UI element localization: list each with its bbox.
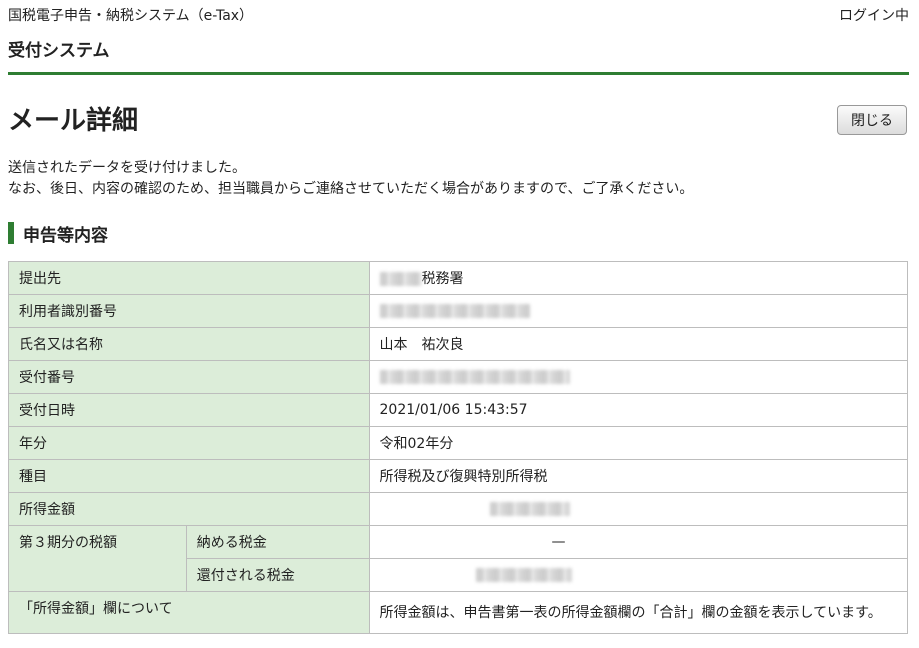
section-heading: 申告等内容 (8, 222, 108, 246)
tax-to-pay-amount: — (551, 534, 566, 550)
tax-type-label: 種目 (8, 459, 370, 493)
user-id-value (368, 294, 909, 328)
redacted-receipt-number (379, 370, 570, 384)
year-label: 年分 (8, 426, 370, 460)
table-row: 受付番号 (8, 360, 909, 394)
receipt-date-label: 受付日時 (8, 393, 370, 427)
income-amount-value (368, 492, 909, 526)
tax-type-value: 所得税及び復興特別所得税 (368, 459, 909, 493)
income-note-value: 所得金額は、申告書第一表の所得金額欄の「合計」欄の金額を表示しています。 (368, 591, 909, 634)
tax-refund-value (368, 558, 909, 592)
page: 国税電子申告・納税システム（e-Tax） ログイン中 受付システム メール詳細 … (0, 0, 919, 648)
third-period-tax-label: 第３期分の税額 (8, 525, 187, 592)
table-row: 受付日時 2021/01/06 15:43:57 (8, 393, 909, 427)
table-row: 第３期分の税額 納める税金 — (8, 525, 909, 592)
name-value: 山本 祐次良 (368, 327, 909, 361)
redacted-office-name (379, 272, 422, 286)
login-status: ログイン中 (839, 8, 909, 24)
table-row: 所得金額 (8, 492, 909, 526)
message-line-2: なお、後日、内容の確認のため、担当職員からご連絡させていただく場合がありますので… (8, 181, 694, 197)
table-row: 利用者識別番号 (8, 294, 909, 328)
receipt-number-value (368, 360, 909, 394)
section-marker (8, 222, 14, 244)
table-row: 「所得金額」欄について 所得金額は、申告書第一表の所得金額欄の「合計」欄の金額を… (8, 591, 909, 634)
receipt-number-label: 受付番号 (8, 360, 370, 394)
tax-to-pay-label: 納める税金 (185, 525, 370, 559)
redacted-refund-amount (475, 568, 572, 582)
submit-to-label: 提出先 (8, 261, 370, 295)
subsystem-name: 受付システム (8, 41, 110, 61)
message-line-1: 送信されたデータを受け付けました。 (8, 160, 246, 176)
top-header: 国税電子申告・納税システム（e-Tax） ログイン中 (8, 5, 909, 25)
redacted-user-id (379, 304, 530, 318)
redacted-income-amount (489, 502, 570, 516)
section-title: 申告等内容 (23, 225, 108, 246)
tax-office-suffix: 税務署 (421, 271, 464, 287)
tax-refund-label: 還付される税金 (185, 558, 370, 592)
submit-to-value: 税務署 (368, 261, 909, 295)
tax-to-pay-value: — (368, 525, 909, 559)
user-id-label: 利用者識別番号 (8, 294, 370, 328)
receipt-date-value: 2021/01/06 15:43:57 (368, 393, 909, 427)
table-row: 氏名又は名称 山本 祐次良 (8, 327, 909, 361)
system-title: 国税電子申告・納税システム（e-Tax） (8, 8, 254, 24)
table-row: 種目 所得税及び復興特別所得税 (8, 459, 909, 493)
table-row: 年分 令和02年分 (8, 426, 909, 460)
page-title: メール詳細 (8, 106, 139, 136)
name-label: 氏名又は名称 (8, 327, 370, 361)
receipt-message: 送信されたデータを受け付けました。 なお、後日、内容の確認のため、担当職員からご… (8, 158, 693, 200)
table-row: 提出先 税務署 (8, 261, 909, 295)
year-value: 令和02年分 (368, 426, 909, 460)
header-divider (8, 72, 909, 75)
income-note-label: 「所得金額」欄について (8, 591, 370, 634)
income-amount-label: 所得金額 (8, 492, 370, 526)
declaration-details-table: 提出先 税務署 利用者識別番号 氏名又は名称 山本 祐次良 受付番号 受付日時 … (8, 261, 909, 634)
close-button[interactable]: 閉じる (837, 105, 907, 135)
